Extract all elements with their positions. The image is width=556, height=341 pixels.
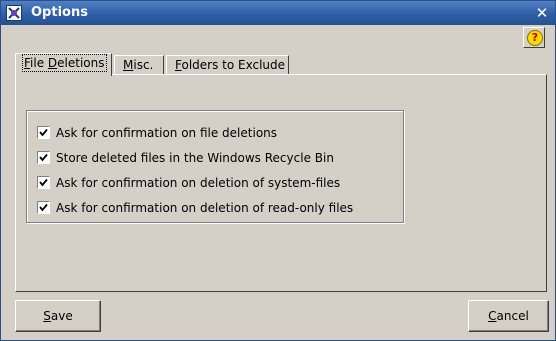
checkbox[interactable] — [37, 126, 50, 139]
app-icon — [6, 5, 22, 21]
tab-label: Folders to Exclude — [175, 58, 286, 72]
cancel-button[interactable]: Cancel — [468, 300, 549, 332]
checkbox[interactable] — [37, 151, 50, 164]
tab-misc[interactable]: Misc. — [114, 55, 164, 75]
options-dialog: Options ✕ ? File Deletions Misc. Folders… — [0, 0, 556, 341]
checkbox[interactable] — [37, 201, 50, 214]
help-button[interactable]: ? — [523, 27, 545, 48]
save-button[interactable]: Save — [15, 300, 101, 332]
help-icon: ? — [527, 30, 543, 46]
tab-label: File Deletions — [22, 54, 107, 72]
close-icon[interactable]: ✕ — [533, 4, 551, 22]
deletion-options-group: Ask for confirmation on file deletions S… — [26, 110, 404, 223]
window-title: Options — [31, 5, 88, 20]
title-bar[interactable]: Options ✕ — [1, 1, 555, 25]
tab-file-deletions[interactable]: File Deletions — [15, 53, 112, 76]
tab-panel-file-deletions: Ask for confirmation on file deletions S… — [15, 74, 547, 292]
tab-label: Misc. — [123, 58, 154, 72]
tab-folders-to-exclude[interactable]: Folders to Exclude — [166, 55, 289, 75]
checkbox[interactable] — [37, 176, 50, 189]
